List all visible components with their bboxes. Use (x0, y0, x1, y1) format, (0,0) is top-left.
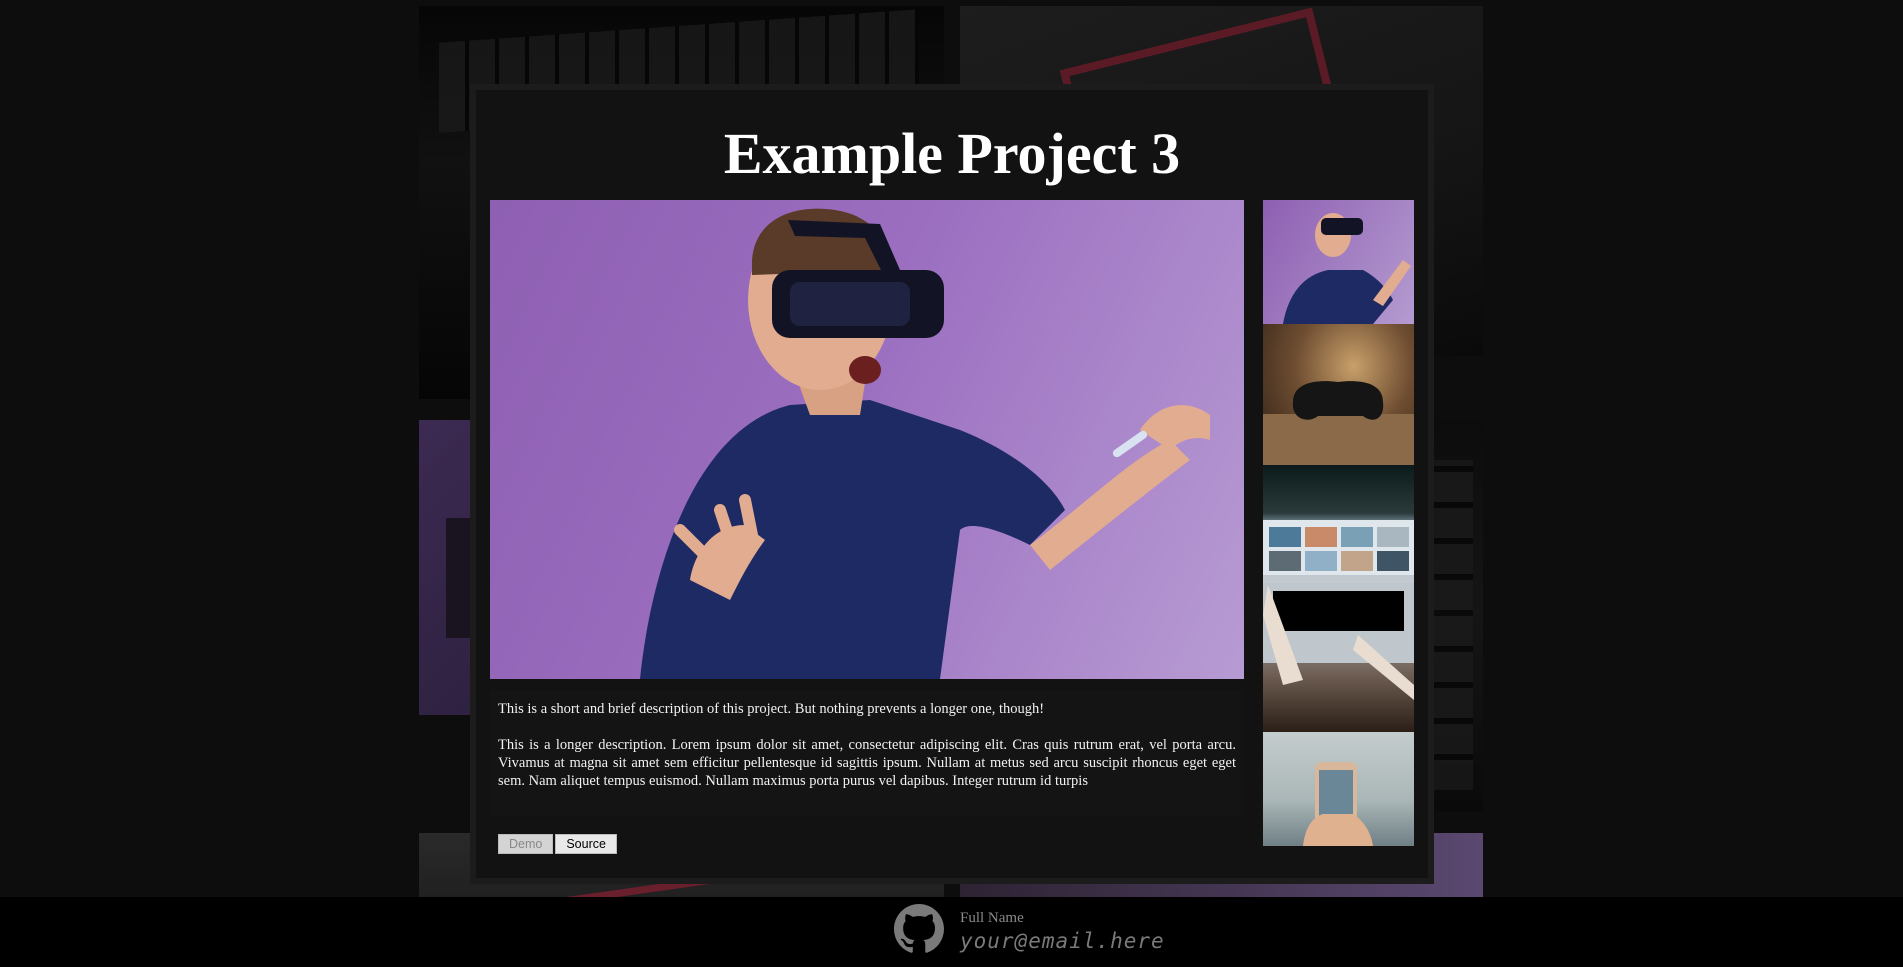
demo-button[interactable]: Demo (498, 834, 554, 854)
project-modal: Example Project 3 This is a short and br… (470, 84, 1434, 884)
description-short: This is a short and brief description of… (498, 701, 1045, 717)
footer-name: Full Name (960, 910, 1024, 926)
description-long: This is a longer description. Lorem ipsu… (498, 737, 1236, 789)
footer-email[interactable]: your@email.here (960, 929, 1165, 953)
source-button[interactable]: Source (555, 834, 617, 854)
thumbnail-vr-headset[interactable] (1263, 200, 1414, 324)
github-icon[interactable] (894, 904, 944, 954)
footer (0, 897, 1903, 967)
modal-title: Example Project 3 (723, 121, 1181, 186)
project-description: This is a short and brief description of… (490, 690, 1244, 815)
main-project-image (490, 200, 1244, 679)
vr-person-illustration (640, 208, 1210, 679)
thumbnail-laptop-photos[interactable] (1263, 465, 1414, 732)
thumbnail-phone-in-hand[interactable] (1263, 732, 1414, 846)
thumbnail-laptop-illustration (1263, 520, 1414, 700)
thumbnail-vr-illustration (1283, 213, 1411, 324)
project-actions: Demo Source (498, 834, 617, 854)
thumbnail-game-controller[interactable] (1263, 324, 1414, 465)
thumbnail-list (1263, 200, 1414, 846)
thumbnail-controller-illustration (1263, 381, 1414, 465)
thumbnail-phone-illustration (1303, 762, 1373, 846)
